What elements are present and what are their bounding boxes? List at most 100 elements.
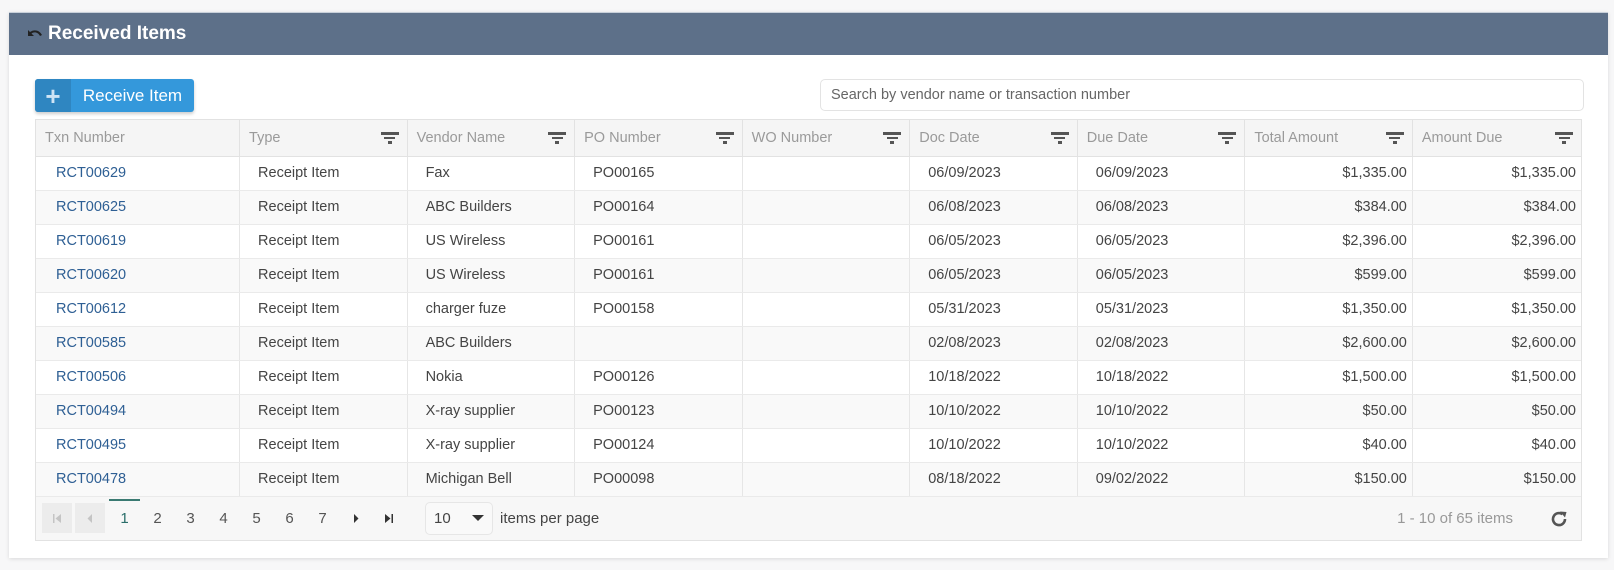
page-number-button[interactable]: 5	[240, 503, 273, 533]
next-page-icon[interactable]	[339, 503, 372, 533]
column-header-inner: Txn Number	[45, 130, 231, 146]
column-header-doc-date[interactable]: Doc Date	[909, 120, 1078, 157]
column-header-inner: Total Amount	[1254, 130, 1404, 146]
column-header-label: Due Date	[1086, 129, 1149, 146]
pager: 1234567 10 items per page 1 - 10 of 65 i…	[36, 496, 1581, 540]
column-header-po-number[interactable]: PO Number	[574, 120, 743, 157]
txn-number-link[interactable]: RCT00625	[54, 199, 126, 215]
cell-amount-due: $1,335.00	[1412, 156, 1581, 191]
cell-wo-number	[742, 224, 911, 259]
cell-due-date: 05/31/2023	[1077, 292, 1246, 327]
column-header-inner: WO Number	[752, 130, 902, 146]
txn-number-link[interactable]: RCT00478	[54, 471, 126, 487]
filter-icon[interactable]	[1218, 132, 1237, 144]
cell-txn-number: RCT00494	[36, 394, 241, 429]
filter-icon[interactable]	[548, 132, 567, 144]
table-row[interactable]: RCT00625 Receipt Item ABC Builders PO00164 0…	[36, 190, 1581, 225]
table-row[interactable]: RCT00495 Receipt Item X-ray supplier PO0012…	[36, 428, 1581, 463]
cell-doc-date: 06/08/2023	[909, 190, 1078, 225]
column-header-amount-due[interactable]: Amount Due	[1412, 120, 1581, 157]
table-row[interactable]: RCT00494 Receipt Item X-ray supplier PO0012…	[36, 394, 1581, 429]
cell-wo-number	[742, 326, 911, 361]
received-items-grid: Txn Number Type Vendor Name PO Number WO Num…	[35, 119, 1582, 541]
column-header-label: PO Number	[584, 129, 661, 146]
column-header-due-date[interactable]: Due Date	[1077, 120, 1246, 157]
cell-type: Receipt Item	[239, 258, 408, 293]
cell-doc-date: 06/05/2023	[909, 258, 1078, 293]
cell-amount-due: $1,350.00	[1412, 292, 1581, 327]
cell-type: Receipt Item	[239, 190, 408, 225]
panel-header: Received Items	[9, 12, 1608, 55]
page-number-button[interactable]: 6	[273, 503, 306, 533]
filter-icon[interactable]	[1385, 132, 1404, 144]
txn-number-link[interactable]: RCT00619	[54, 233, 126, 249]
page-number-button[interactable]: 4	[207, 503, 240, 533]
received-items-table: Txn Number Type Vendor Name PO Number WO Num…	[36, 120, 1581, 497]
filter-icon[interactable]	[715, 132, 734, 144]
table-row[interactable]: RCT00629 Receipt Item Fax PO00165 06/09/2023…	[36, 156, 1581, 191]
page-number-button[interactable]: 2	[141, 503, 174, 533]
cell-wo-number	[742, 258, 911, 293]
table-row[interactable]: RCT00506 Receipt Item Nokia PO00126 10/18/20…	[36, 360, 1581, 395]
cell-vendor-name: US Wireless	[407, 224, 576, 259]
txn-number-link[interactable]: RCT00629	[54, 165, 126, 181]
received-items-panel: Received Items + Receive Item Txn Number…	[9, 12, 1608, 558]
cell-txn-number: RCT00629	[36, 156, 241, 191]
table-row[interactable]: RCT00478 Receipt Item Michigan Bell PO00098…	[36, 462, 1581, 497]
cell-type: Receipt Item	[239, 428, 408, 463]
cell-vendor-name: Fax	[407, 156, 576, 191]
filter-icon[interactable]	[380, 132, 399, 144]
filter-icon[interactable]	[883, 132, 902, 144]
cell-vendor-name: X-ray supplier	[407, 394, 576, 429]
table-row[interactable]: RCT00620 Receipt Item US Wireless PO00161 06…	[36, 258, 1581, 293]
column-header-label: Doc Date	[919, 129, 980, 146]
txn-number-link[interactable]: RCT00620	[54, 267, 126, 283]
cell-po-number: PO00164	[574, 190, 743, 225]
column-header-vendor-name[interactable]: Vendor Name	[407, 120, 576, 157]
cell-type: Receipt Item	[239, 326, 408, 361]
search-input[interactable]	[820, 79, 1584, 111]
cell-type: Receipt Item	[239, 360, 408, 395]
cell-doc-date: 02/08/2023	[909, 326, 1078, 361]
cell-due-date: 10/10/2022	[1077, 428, 1246, 463]
txn-number-link[interactable]: RCT00495	[54, 437, 126, 453]
last-page-icon[interactable]	[372, 503, 405, 533]
column-header-label: Total Amount	[1254, 129, 1339, 146]
column-header-wo-number[interactable]: WO Number	[742, 120, 911, 157]
cell-type: Receipt Item	[239, 462, 408, 497]
cell-amount-due: $40.00	[1412, 428, 1581, 463]
txn-number-link[interactable]: RCT00585	[54, 335, 126, 351]
table-row[interactable]: RCT00619 Receipt Item US Wireless PO00161 06…	[36, 224, 1581, 259]
receive-item-label: Receive Item	[82, 85, 183, 105]
table-row[interactable]: RCT00612 Receipt Item charger fuze PO00158 0…	[36, 292, 1581, 327]
column-header-inner: PO Number	[584, 130, 734, 146]
txn-number-link[interactable]: RCT00506	[54, 369, 126, 385]
refresh-icon[interactable]	[1547, 507, 1571, 531]
undo-arrow-icon[interactable]	[24, 24, 44, 44]
page-number-button[interactable]: 7	[306, 503, 339, 533]
column-header-label: Amount Due	[1421, 129, 1503, 146]
cell-due-date: 06/05/2023	[1077, 224, 1246, 259]
page-number-button[interactable]: 3	[174, 503, 207, 533]
page-number-button[interactable]: 1	[108, 499, 141, 533]
cell-due-date: 10/18/2022	[1077, 360, 1246, 395]
column-header-total-amount[interactable]: Total Amount	[1244, 120, 1413, 157]
pager-info: 1 - 10 of 65 items	[1397, 509, 1513, 527]
cell-doc-date: 10/10/2022	[909, 394, 1078, 429]
cell-type: Receipt Item	[239, 394, 408, 429]
cell-po-number	[574, 326, 743, 361]
txn-number-link[interactable]: RCT00494	[54, 403, 126, 419]
filter-icon[interactable]	[1555, 132, 1573, 144]
page-size-select[interactable]: 10	[425, 501, 493, 535]
previous-page-icon[interactable]	[75, 503, 105, 533]
cell-amount-due: $50.00	[1412, 394, 1581, 429]
cell-total-amount: $384.00	[1244, 190, 1413, 225]
filter-icon[interactable]	[1050, 132, 1069, 144]
txn-number-link[interactable]: RCT00612	[54, 301, 126, 317]
cell-txn-number: RCT00619	[36, 224, 241, 259]
receive-item-button[interactable]: + Receive Item	[35, 79, 194, 112]
table-row[interactable]: RCT00585 Receipt Item ABC Builders 02/08/20…	[36, 326, 1581, 361]
first-page-icon[interactable]	[42, 503, 72, 533]
column-header-type[interactable]: Type	[239, 120, 408, 157]
column-header-txn-number[interactable]: Txn Number	[36, 120, 241, 157]
